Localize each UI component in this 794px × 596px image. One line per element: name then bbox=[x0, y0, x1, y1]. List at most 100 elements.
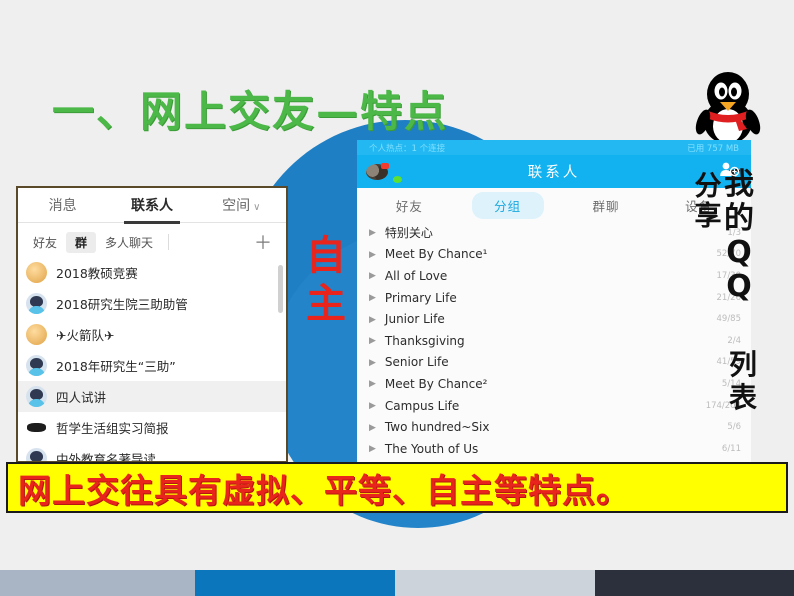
table-row[interactable]: ▶ All of Love 17/30 bbox=[357, 265, 751, 287]
tab-friends[interactable]: 好友 bbox=[363, 196, 456, 215]
expand-arrow-icon[interactable]: ▶ bbox=[369, 378, 376, 389]
avatar bbox=[26, 355, 47, 376]
subtab-friends[interactable]: 好友 bbox=[24, 232, 66, 253]
tab-contacts[interactable]: 联系人 bbox=[107, 195, 196, 215]
phone-status-bar: 个人热点：1 个连接 已用 757 MB bbox=[357, 140, 751, 155]
table-row[interactable]: ▶ Meet By Chance² 5/14 bbox=[357, 373, 751, 395]
expand-arrow-icon[interactable]: ▶ bbox=[369, 227, 376, 238]
bottom-segment-4 bbox=[595, 570, 794, 596]
group-name: Two hundred~Six bbox=[384, 420, 490, 435]
group-name: Primary Life bbox=[384, 290, 457, 305]
avatar bbox=[26, 417, 47, 438]
list-item[interactable]: 2018年研究生“三助” bbox=[18, 350, 286, 381]
table-row[interactable]: ▶ Junior Life 49/85 bbox=[357, 308, 751, 330]
expand-arrow-icon[interactable]: ▶ bbox=[369, 270, 376, 281]
avatar bbox=[26, 262, 47, 283]
status-data-usage-label: 已用 757 MB bbox=[687, 143, 739, 154]
group-name: The Youth of Us bbox=[384, 441, 479, 456]
chevron-down-icon: ∨ bbox=[253, 202, 261, 213]
group-name: Junior Life bbox=[384, 312, 445, 327]
bottom-segment-3 bbox=[395, 570, 595, 596]
list-item-label: 2018研究生院三助助管 bbox=[56, 297, 188, 312]
bottom-color-bar bbox=[0, 570, 794, 596]
expand-arrow-icon[interactable]: ▶ bbox=[369, 400, 376, 411]
group-name: Senior Life bbox=[384, 355, 449, 370]
list-item[interactable]: 2018研究生院三助助管 bbox=[18, 288, 286, 319]
list-item[interactable]: ✈火箭队✈ bbox=[18, 319, 286, 350]
qq-contacts-window: 个人热点：1 个连接 已用 757 MB 联系人 好友 分组 群聊 设备 ▶ 特… bbox=[357, 140, 751, 462]
table-row[interactable]: ▶ Primary Life 21/26 bbox=[357, 287, 751, 309]
qq-window-title: 联系人 bbox=[527, 165, 581, 181]
list-item[interactable]: 四人试讲 bbox=[18, 381, 286, 412]
left-qq-window: 消息 联系人 空间 ∨ 好友 群 多人聊天 ＋ 2018教硕竞赛 2018研究生院… bbox=[16, 186, 288, 463]
page-title: 一、网上交友—特点 bbox=[52, 87, 449, 136]
expand-arrow-icon[interactable]: ▶ bbox=[369, 292, 376, 303]
list-item[interactable]: 哲学生活组实习简报 bbox=[18, 412, 286, 443]
avatar bbox=[26, 324, 47, 345]
table-row[interactable]: ▶ Campus Life 174/204 bbox=[357, 395, 751, 417]
bottom-segment-2 bbox=[195, 570, 395, 596]
group-count: 49/85 bbox=[716, 314, 742, 325]
qq-title-bar: 联系人 bbox=[357, 155, 751, 188]
qq-tabbar: 好友 分组 群聊 设备 bbox=[357, 188, 751, 222]
list-item-label: 四人试讲 bbox=[56, 390, 107, 405]
qq-penguin-logo bbox=[694, 66, 762, 148]
table-row[interactable]: ▶ Two hundred~Six 5/6 bbox=[357, 416, 751, 438]
left-panel-tabbar: 消息 联系人 空间 ∨ bbox=[18, 188, 286, 223]
annotation-my-qq: 我的QQ bbox=[724, 167, 754, 304]
expand-arrow-icon[interactable]: ▶ bbox=[369, 357, 376, 368]
table-row[interactable]: ▶ The Youth of Us 6/11 bbox=[357, 438, 751, 460]
expand-arrow-icon[interactable]: ▶ bbox=[369, 422, 376, 433]
table-row[interactable]: ▶ 特别关心 1/3 bbox=[357, 222, 751, 244]
left-panel-subtabbar: 好友 群 多人聊天 ＋ bbox=[18, 227, 286, 257]
bottom-segment-1 bbox=[0, 570, 195, 596]
tab-groupchat[interactable]: 群聊 bbox=[560, 196, 653, 215]
subtab-multichat[interactable]: 多人聊天 bbox=[96, 232, 162, 253]
group-count: 5/6 bbox=[727, 422, 741, 433]
expand-arrow-icon[interactable]: ▶ bbox=[369, 249, 376, 260]
avatar bbox=[26, 293, 47, 314]
add-group-button[interactable]: ＋ bbox=[254, 229, 280, 255]
group-count: 6/11 bbox=[721, 443, 741, 454]
list-item-label: ✈火箭队✈ bbox=[56, 328, 115, 343]
add-person-icon[interactable] bbox=[719, 161, 740, 182]
left-group-list[interactable]: 2018教硕竞赛 2018研究生院三助助管 ✈火箭队✈ 2018年研究生“三助”… bbox=[18, 257, 286, 463]
qq-group-list[interactable]: ▶ 特别关心 1/3 ▶ Meet By Chance¹ 52/70 ▶ All… bbox=[357, 222, 751, 462]
group-name: Meet By Chance² bbox=[384, 376, 488, 391]
subtab-divider bbox=[168, 234, 170, 250]
conclusion-banner-text: 网上交往具有虚拟、平等、自主等特点。 bbox=[18, 470, 630, 510]
list-item-label: 2018年研究生“三助” bbox=[56, 359, 176, 374]
table-row[interactable]: ▶ Thanksgiving 2/4 bbox=[357, 330, 751, 352]
group-name: Thanksgiving bbox=[384, 333, 465, 348]
expand-arrow-icon[interactable]: ▶ bbox=[369, 335, 376, 346]
annotation-autonomy: 自主 bbox=[306, 233, 346, 327]
list-item[interactable]: 中外教育名著导读 bbox=[18, 443, 286, 463]
list-item[interactable]: 2018教硕竞赛 bbox=[18, 257, 286, 288]
table-row[interactable]: ▶ Meet By Chance¹ 52/70 bbox=[357, 244, 751, 266]
status-hotspot-label: 个人热点：1 个连接 bbox=[369, 143, 446, 154]
group-count: 2/4 bbox=[727, 335, 741, 346]
list-item-label: 中外教育名著导读 bbox=[56, 452, 157, 463]
annotation-list: 列表 bbox=[728, 348, 757, 414]
avatar bbox=[26, 386, 47, 407]
group-name: 特别关心 bbox=[384, 226, 433, 241]
qq-penguin-icon bbox=[695, 72, 761, 148]
tab-groups[interactable]: 分组 bbox=[471, 191, 544, 219]
expand-arrow-icon[interactable]: ▶ bbox=[369, 314, 376, 325]
expand-arrow-icon[interactable]: ▶ bbox=[369, 443, 376, 454]
add-person-glyph bbox=[720, 162, 740, 177]
group-name: Campus Life bbox=[384, 398, 460, 413]
group-name: Meet By Chance¹ bbox=[384, 247, 488, 262]
slide-canvas: 一、网上交友—特点 消息 联系人 空间 ∨ 好友 群 多人聊天 ＋ 2018教硕… bbox=[0, 0, 794, 596]
subtab-groups[interactable]: 群 bbox=[66, 231, 97, 253]
tab-messages[interactable]: 消息 bbox=[18, 195, 107, 215]
table-row[interactable]: ▶ Senior Life 41/59 bbox=[357, 352, 751, 374]
tab-zone-label: 空间 bbox=[222, 198, 251, 214]
list-item-label: 2018教硕竞赛 bbox=[56, 266, 138, 281]
group-name: All of Love bbox=[384, 268, 448, 283]
tab-zone[interactable]: 空间 ∨ bbox=[197, 195, 286, 215]
left-list-scrollbar[interactable] bbox=[278, 265, 283, 313]
list-item-label: 哲学生活组实习简报 bbox=[56, 421, 169, 436]
conclusion-banner: 网上交往具有虚拟、平等、自主等特点。 bbox=[6, 462, 788, 513]
avatar bbox=[26, 448, 47, 461]
